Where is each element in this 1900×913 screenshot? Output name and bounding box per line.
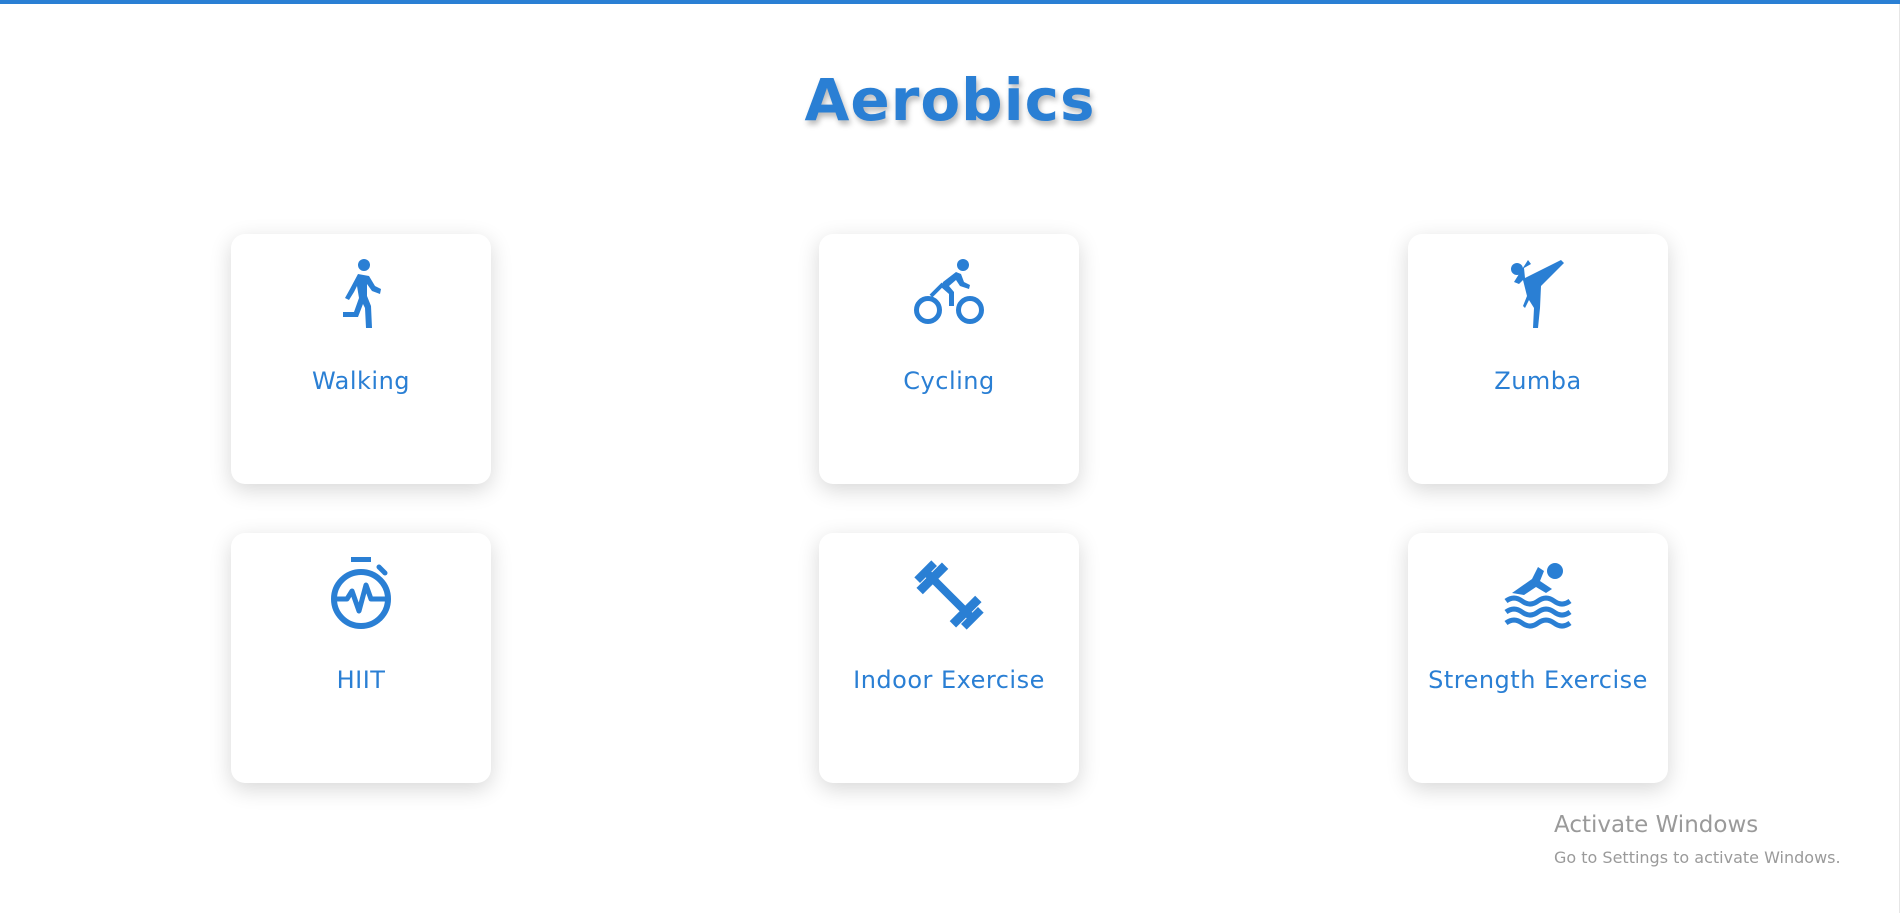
card-zumba[interactable]: Zumba [1408,234,1668,484]
card-cycling[interactable]: Cycling [819,234,1079,484]
windows-activation-watermark: Activate Windows Go to Settings to activ… [1554,812,1841,867]
card-label: HIIT [336,666,386,694]
cycling-icon [909,256,989,336]
stopwatch-heartbeat-icon [321,555,401,635]
card-walking[interactable]: Walking [231,234,491,484]
swimming-icon [1498,555,1578,635]
card-hiit[interactable]: HIIT [231,533,491,783]
watermark-title: Activate Windows [1554,812,1759,838]
card-label: Indoor Exercise [853,666,1045,694]
dumbbell-icon [909,555,989,635]
card-label: Cycling [903,367,995,395]
card-label: Strength Exercise [1428,666,1648,694]
walking-icon [321,256,401,336]
card-strength-exercise[interactable]: Strength Exercise [1408,533,1668,783]
watermark-subtitle: Go to Settings to activate Windows. [1554,848,1841,867]
card-label: Zumba [1494,367,1582,395]
martial-arts-kick-icon [1498,256,1578,336]
page-title: Aerobics [804,66,1096,134]
card-indoor-exercise[interactable]: Indoor Exercise [819,533,1079,783]
top-accent-bar [0,0,1900,4]
card-label: Walking [311,367,411,395]
